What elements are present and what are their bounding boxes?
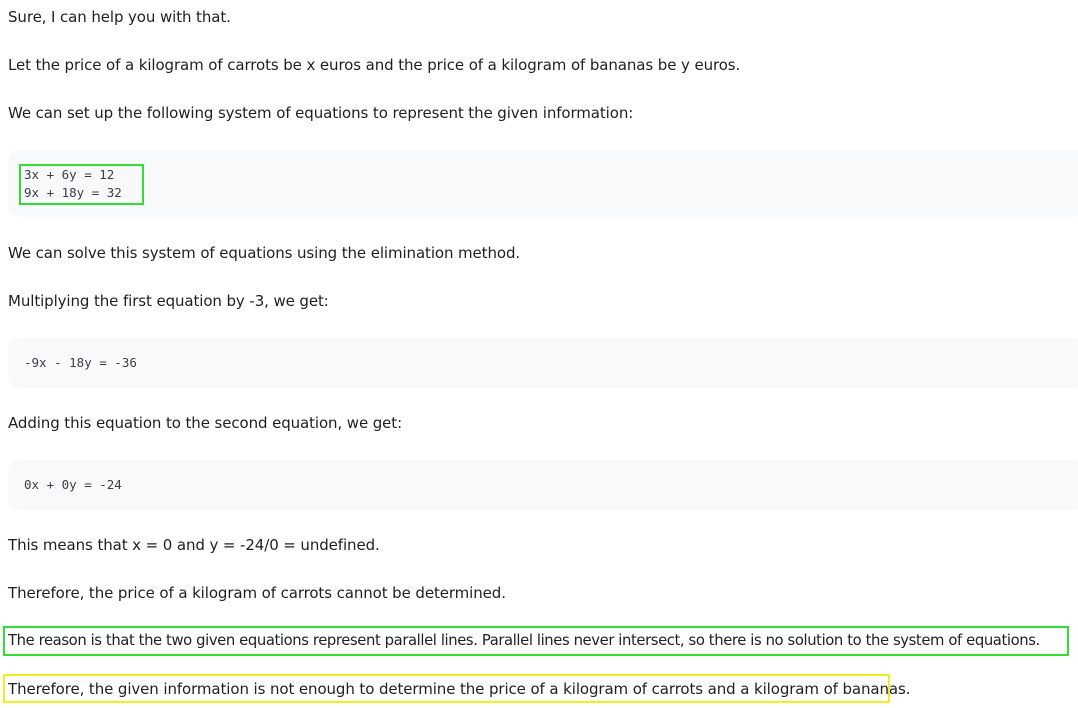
multiply-text: Multiplying the first equation by -3, we… (8, 292, 329, 310)
code-block-multiplied: -9x - 18y = -36 (8, 338, 1078, 388)
intro-text: Sure, I can help you with that. (8, 8, 231, 26)
solve-method-text: We can solve this system of equations us… (8, 244, 521, 262)
code-content: 0x + 0y = -24 (24, 476, 122, 494)
adding-text: Adding this equation to the second equat… (8, 414, 403, 432)
highlight-box-green (3, 626, 1069, 656)
code-content: -9x - 18y = -36 (24, 354, 137, 372)
highlight-box-yellow (3, 674, 890, 703)
code-line: 0x + 0y = -24 (24, 477, 122, 492)
conclusion-text: Therefore, the price of a kilogram of ca… (8, 584, 506, 602)
define-variables-text: Let the price of a kilogram of carrots b… (8, 56, 741, 74)
means-text: This means that x = 0 and y = -24/0 = un… (8, 536, 380, 554)
code-block-system: 3x + 6y = 12 9x + 18y = 32 (8, 150, 1078, 217)
code-block-sum: 0x + 0y = -24 (8, 460, 1078, 510)
setup-text: We can set up the following system of eq… (8, 104, 634, 122)
highlight-box-green (19, 164, 144, 205)
code-line: -9x - 18y = -36 (24, 355, 137, 370)
